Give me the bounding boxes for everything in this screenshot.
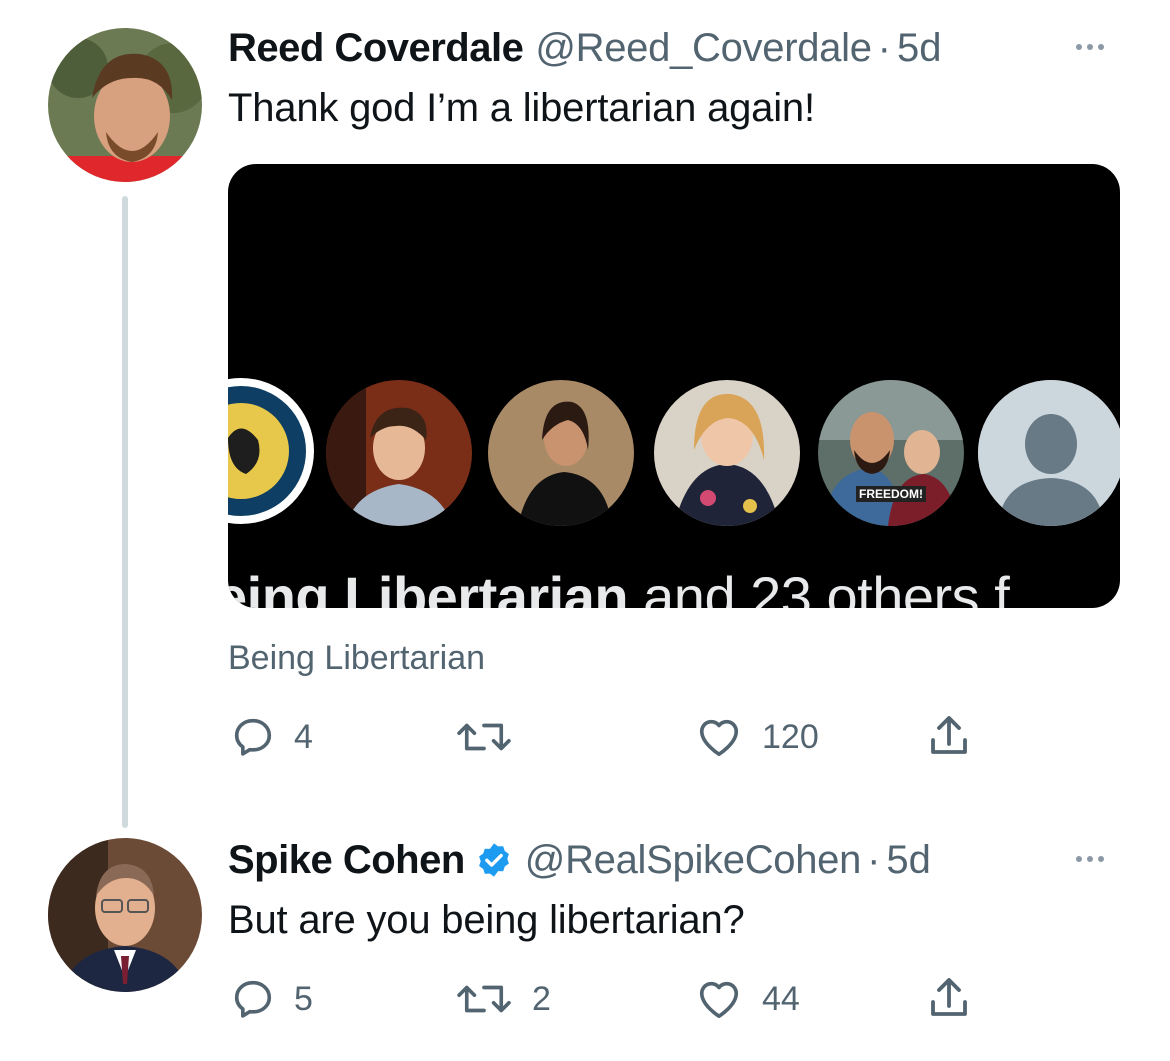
reply-count: 4	[294, 717, 313, 756]
author-handle[interactable]: @Reed_Coverdale	[535, 24, 872, 72]
member-avatar-2	[488, 380, 634, 526]
author-name[interactable]: Reed Coverdale	[228, 24, 524, 72]
freedom-badge: FREEDOM!	[859, 487, 923, 501]
share-button[interactable]	[924, 974, 974, 1022]
reply-button[interactable]: 4	[230, 714, 313, 760]
reply-button[interactable]: 5	[230, 976, 313, 1022]
thread-line	[122, 196, 128, 828]
like-count: 120	[762, 717, 819, 756]
more-icon[interactable]	[1076, 44, 1104, 50]
default-avatar	[978, 380, 1120, 526]
more-icon[interactable]	[1076, 856, 1104, 862]
avatar-spike[interactable]	[48, 838, 202, 992]
card-headline: eing Libertarian and 23 others f	[228, 562, 1010, 608]
share-icon	[924, 712, 974, 760]
card-headline-bold: eing Libertarian	[228, 565, 629, 608]
link-card[interactable]: FREEDOM! eing Libertarian and 23 others …	[228, 164, 1120, 608]
tweet2-text: But are you being libertarian?	[228, 898, 745, 942]
tweet2-header: Spike Cohen @RealSpikeCohen · 5d	[228, 836, 931, 884]
author-handle[interactable]: @RealSpikeCohen	[525, 836, 862, 884]
avatar-reed[interactable]	[48, 28, 202, 182]
tweet1-header: Reed Coverdale @Reed_Coverdale · 5d	[228, 24, 941, 72]
member-avatar-3	[654, 380, 800, 526]
card-source[interactable]: Being Libertarian	[228, 636, 485, 680]
separator-dot: ·	[867, 838, 881, 882]
retweet-button[interactable]	[454, 714, 532, 760]
like-icon	[694, 714, 744, 760]
share-icon	[924, 974, 974, 1022]
retweet-count: 2	[532, 979, 551, 1018]
verified-icon	[475, 841, 513, 879]
retweet-icon	[454, 714, 514, 760]
reply-icon	[230, 714, 276, 760]
timestamp[interactable]: 5d	[897, 24, 942, 72]
like-button[interactable]: 120	[694, 714, 819, 760]
timestamp[interactable]: 5d	[886, 836, 931, 884]
logo-avatar	[228, 378, 314, 524]
separator-dot: ·	[877, 26, 891, 70]
retweet-button[interactable]: 2	[454, 976, 551, 1022]
card-headline-rest: and 23 others f	[628, 565, 1010, 608]
share-button[interactable]	[924, 712, 974, 760]
like-count: 44	[762, 979, 800, 1018]
like-button[interactable]: 44	[694, 976, 800, 1022]
like-icon	[694, 976, 744, 1022]
author-name[interactable]: Spike Cohen	[228, 836, 465, 884]
tweet1-text: Thank god I’m a libertarian again!	[228, 86, 815, 130]
member-avatar-4: FREEDOM!	[818, 380, 964, 526]
retweet-icon	[454, 976, 514, 1022]
member-avatar-1	[326, 380, 472, 526]
reply-icon	[230, 976, 276, 1022]
reply-count: 5	[294, 979, 313, 1018]
